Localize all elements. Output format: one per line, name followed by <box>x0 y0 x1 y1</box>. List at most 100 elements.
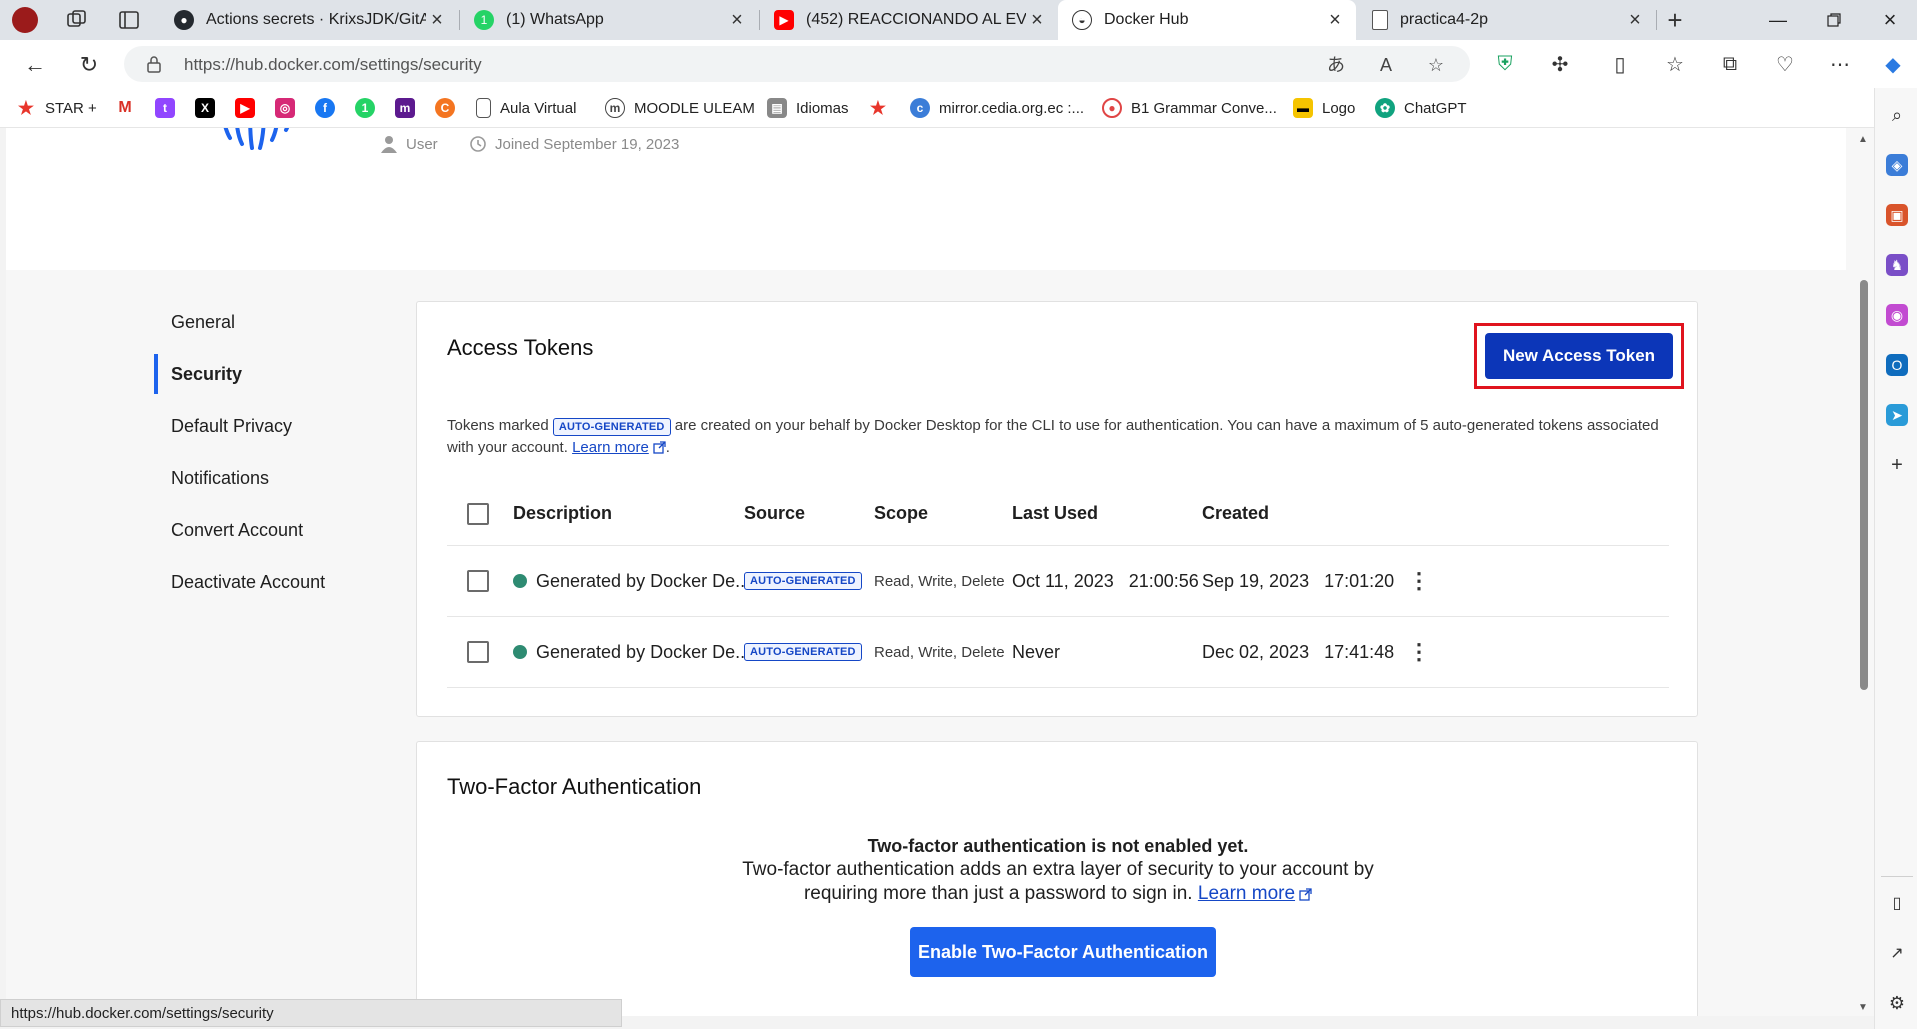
row-checkbox[interactable] <box>467 570 489 592</box>
x-icon: X <box>195 98 215 118</box>
workspaces-icon[interactable] <box>66 9 88 31</box>
minimize-button[interactable]: — <box>1750 0 1806 40</box>
column-header-created[interactable]: Created <box>1202 482 1269 545</box>
column-header-last-used[interactable]: Last Used <box>1012 482 1098 545</box>
address-bar[interactable]: https://hub.docker.com/settings/security… <box>124 46 1470 82</box>
bookmark-crunchyroll[interactable]: C <box>435 98 464 118</box>
row-menu-icon[interactable]: ⋮ <box>1408 546 1430 616</box>
tab-docker-hub[interactable]: ◒ Docker Hub × <box>1058 0 1356 40</box>
new-tab-button[interactable]: + <box>1660 5 1690 35</box>
extensions-icon[interactable]: ✣ <box>1545 49 1575 79</box>
bookmark-instagram[interactable]: ◎ <box>275 98 304 118</box>
search-icon[interactable]: ⌕ <box>1886 104 1908 126</box>
read-aloud-icon[interactable]: A <box>1374 53 1398 77</box>
youtube-icon: ▶ <box>235 98 255 118</box>
column-header-source[interactable]: Source <box>744 482 805 545</box>
split-screen-icon[interactable]: ▯ <box>1605 49 1635 79</box>
back-icon[interactable]: ← <box>18 48 52 82</box>
logo-icon: ▬ <box>1293 98 1313 118</box>
scrollbar-thumb[interactable] <box>1860 280 1868 690</box>
bookmark-gmail[interactable]: M <box>115 98 144 118</box>
tab-strip: ● Actions secrets · KrixsJDK/GitActi × 1… <box>0 0 1917 40</box>
column-header-description[interactable]: Description <box>513 482 612 545</box>
bookmark-chatgpt[interactable]: ✿ ChatGPT <box>1375 98 1467 118</box>
lock-icon[interactable] <box>146 55 162 78</box>
status-dot-icon <box>513 574 527 588</box>
chatgpt-icon: ✿ <box>1375 98 1395 118</box>
close-icon[interactable]: × <box>726 9 748 31</box>
tab-actions-icon[interactable] <box>118 9 140 31</box>
row-checkbox[interactable] <box>467 641 489 663</box>
translate-icon[interactable]: あ <box>1324 53 1348 77</box>
bookmark-twitch[interactable]: t <box>155 98 184 118</box>
bookmark-cedia[interactable]: c mirror.cedia.org.ec :... <box>910 98 1084 118</box>
nav-item-general[interactable]: General <box>154 296 374 348</box>
tab-github[interactable]: ● Actions secrets · KrixsJDK/GitActi × <box>160 0 458 40</box>
settings-gear-icon[interactable]: ⚙ <box>1886 992 1908 1014</box>
bookmark-idiomas[interactable]: ▤ Idiomas <box>767 98 849 118</box>
bookmark-youtube[interactable]: ▶ <box>235 98 264 118</box>
open-external-icon[interactable]: ↗ <box>1886 942 1908 964</box>
refresh-icon[interactable]: ↻ <box>72 48 106 82</box>
scroll-up-icon[interactable]: ▲ <box>1858 134 1868 145</box>
restore-button[interactable] <box>1806 0 1862 40</box>
bookmark-star-plus[interactable]: ★ STAR + <box>16 98 97 118</box>
description-cell[interactable]: Generated by Docker De... <box>513 546 750 616</box>
games-icon[interactable]: ♞ <box>1886 254 1908 276</box>
close-icon[interactable]: × <box>426 9 448 31</box>
shopping-tag-icon[interactable]: ◈ <box>1886 154 1908 176</box>
nav-item-deactivate-account[interactable]: Deactivate Account <box>154 556 374 608</box>
hide-sidebar-icon[interactable]: ▯ <box>1886 892 1908 914</box>
tab-youtube[interactable]: ▶ (452) REACCIONANDO AL EVENT × <box>760 0 1058 40</box>
profile-avatar[interactable] <box>12 7 38 33</box>
table-row: Generated by Docker De... AUTO-GENERATED… <box>447 617 1669 688</box>
new-access-token-button[interactable]: New Access Token <box>1485 333 1673 379</box>
more-menu-icon[interactable]: ⋯ <box>1825 49 1855 79</box>
drop-icon[interactable]: ➤ <box>1886 404 1908 426</box>
bookmark-whatsapp[interactable]: 1 <box>355 98 384 118</box>
page-scrollbar[interactable]: ▲ ▼ <box>1854 128 1874 1016</box>
learn-more-link[interactable]: Learn more <box>572 439 649 456</box>
tools-icon[interactable]: ▣ <box>1886 204 1908 226</box>
bookmark-moodle[interactable]: m MOODLE ULEAM <box>605 98 755 118</box>
scroll-down-icon[interactable]: ▼ <box>1858 1002 1868 1013</box>
close-window-button[interactable]: × <box>1862 0 1917 40</box>
bookmark-label: MOODLE ULEAM <box>634 99 755 117</box>
two-factor-learn-more-link[interactable]: Learn more <box>1198 883 1295 904</box>
nav-item-convert-account[interactable]: Convert Account <box>154 504 374 556</box>
bookmark-facebook[interactable]: f <box>315 98 344 118</box>
url-text[interactable]: https://hub.docker.com/settings/security <box>184 55 482 75</box>
close-icon[interactable]: × <box>1026 9 1048 31</box>
add-icon[interactable]: + <box>1886 454 1908 476</box>
tab-practica[interactable]: practica4-2p × <box>1358 0 1656 40</box>
row-menu-icon[interactable]: ⋮ <box>1408 617 1430 687</box>
bookmark-red-star[interactable]: ★ <box>868 98 897 118</box>
bookmark-logo[interactable]: ▬ Logo <box>1293 98 1355 118</box>
nav-item-notifications[interactable]: Notifications <box>154 452 374 504</box>
collections-icon[interactable]: ⧉ <box>1715 49 1745 79</box>
outlook-icon[interactable]: O <box>1886 354 1908 376</box>
enable-two-factor-button[interactable]: Enable Two-Factor Authentication <box>910 927 1216 977</box>
profile-joined: Joined September 19, 2023 <box>469 135 679 153</box>
bookmark-aula-virtual[interactable]: Aula Virtual <box>476 98 576 118</box>
copilot-icon[interactable]: ◆ <box>1878 49 1908 79</box>
bookmark-x[interactable]: X <box>195 98 224 118</box>
nav-item-security[interactable]: Security <box>154 348 374 400</box>
close-icon[interactable]: × <box>1624 9 1646 31</box>
select-all-checkbox[interactable] <box>467 502 489 525</box>
tab-whatsapp[interactable]: 1 (1) WhatsApp × <box>460 0 758 40</box>
performance-icon[interactable]: ♡ <box>1770 49 1800 79</box>
favorite-star-icon[interactable]: ☆ <box>1424 53 1448 77</box>
target-icon: ● <box>1102 98 1122 118</box>
gmail-icon: M <box>118 99 132 116</box>
description-cell[interactable]: Generated by Docker De... <box>513 617 750 687</box>
bookmark-b1-grammar[interactable]: ● B1 Grammar Conve... <box>1102 98 1277 118</box>
column-header-scope[interactable]: Scope <box>874 482 928 545</box>
nav-item-default-privacy[interactable]: Default Privacy <box>154 400 374 452</box>
bookmark-m[interactable]: m <box>395 98 424 118</box>
close-icon[interactable]: × <box>1324 9 1346 31</box>
favorites-icon[interactable]: ☆ <box>1660 49 1690 79</box>
office-icon[interactable]: ◉ <box>1886 304 1908 326</box>
tab-title: (1) WhatsApp <box>506 11 604 28</box>
shield-icon[interactable]: ⛨ <box>1490 49 1520 79</box>
